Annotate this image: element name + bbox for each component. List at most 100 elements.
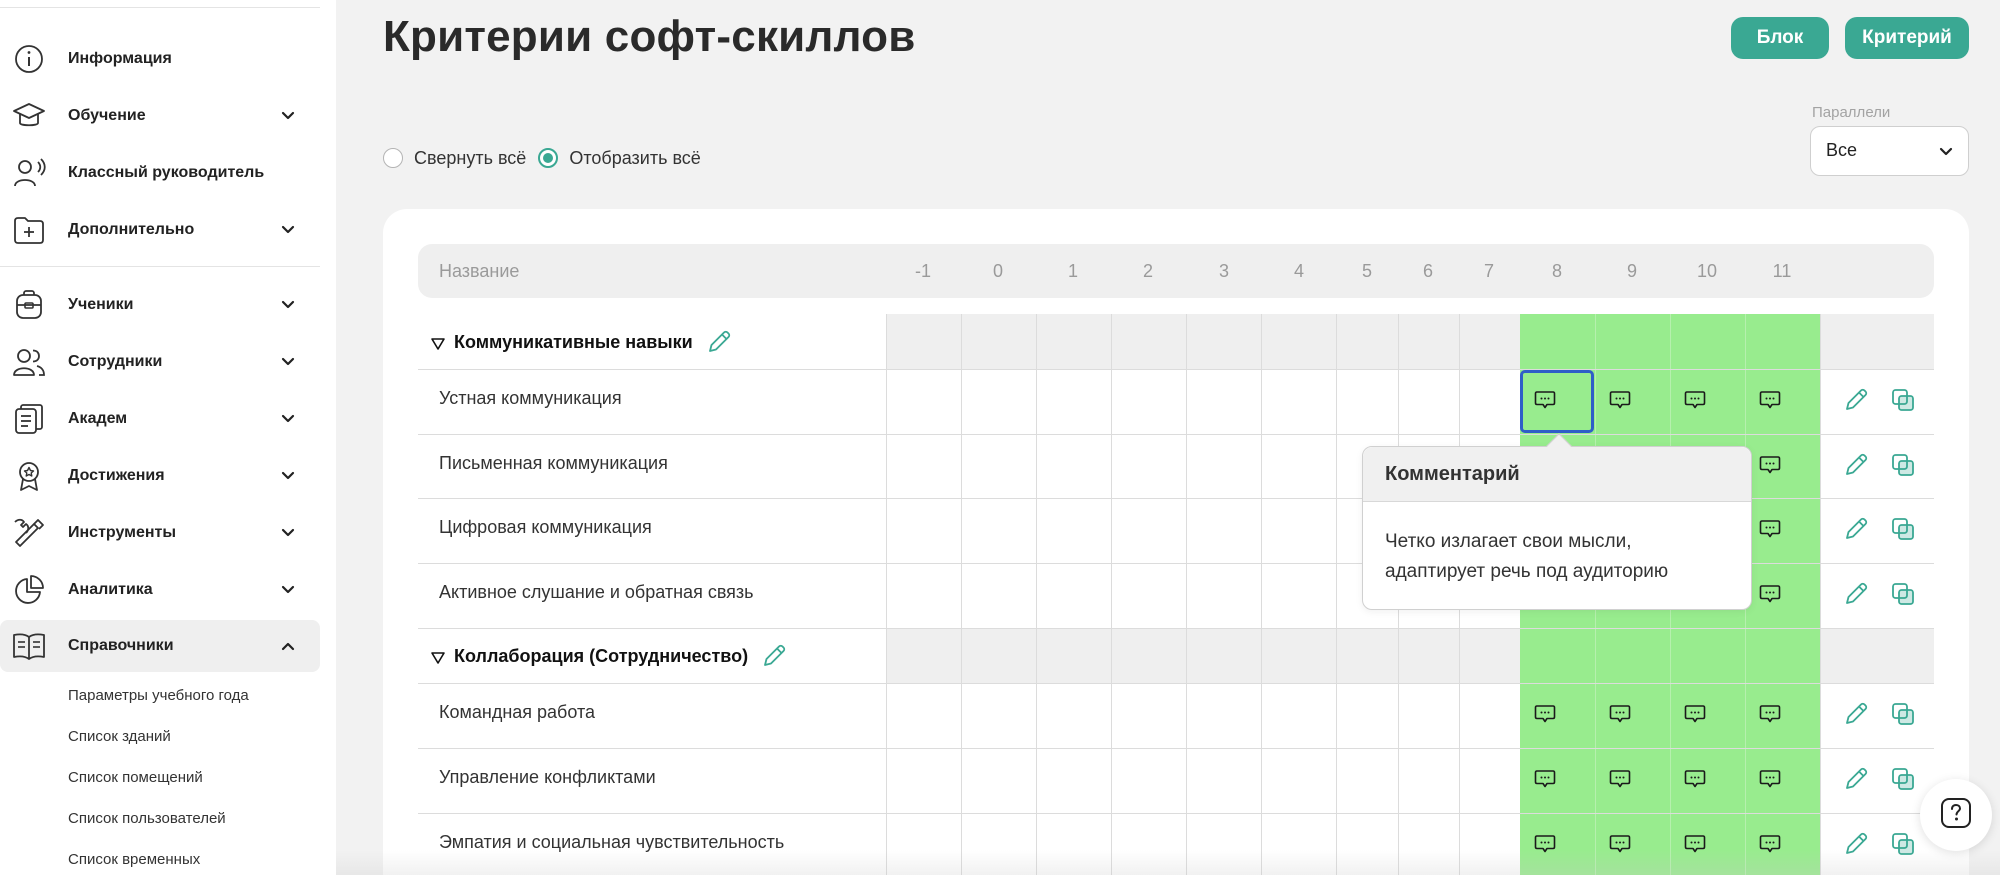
comment-icon[interactable] — [1609, 834, 1631, 854]
criterion-row-label: Активное слушание и обратная связь — [439, 582, 754, 602]
comment-icon[interactable] — [1759, 584, 1781, 604]
chevron-down-icon[interactable] — [278, 523, 298, 543]
chevron-down-icon[interactable] — [278, 295, 298, 315]
sidebar-subitem-rooms[interactable]: Список помещений — [68, 769, 203, 786]
column-header-grade: 9 — [1626, 261, 1638, 281]
comment-icon[interactable] — [1609, 390, 1631, 410]
sidebar-item-class-teacher[interactable]: Классный руководитель — [0, 147, 320, 199]
pie-chart-icon — [12, 575, 46, 605]
teacher-icon — [12, 158, 46, 188]
collapse-triangle-icon[interactable] — [430, 335, 446, 350]
add-criterion-button[interactable]: Критерий — [1845, 17, 1969, 59]
sidebar-subitem-buildings[interactable]: Список зданий — [68, 728, 171, 745]
chevron-up-icon[interactable] — [278, 636, 298, 656]
comment-icon[interactable] — [1759, 390, 1781, 410]
help-question-icon — [1939, 796, 1973, 835]
comment-icon[interactable] — [1684, 704, 1706, 724]
comment-icon[interactable] — [1759, 704, 1781, 724]
parallel-filter-select[interactable]: Все — [1810, 126, 1969, 176]
collapse-all-label[interactable]: Свернуть всё — [414, 148, 526, 169]
tooltip-text-line: Четко излагает свои мысли, — [1385, 531, 1632, 552]
comment-icon[interactable] — [1609, 769, 1631, 789]
sidebar-item-label: Достижения — [68, 467, 165, 484]
sidebar-item-label: Сотрудники — [68, 353, 163, 370]
comment-icon[interactable] — [1759, 455, 1781, 475]
sidebar-item-employees[interactable]: Сотрудники — [0, 336, 320, 388]
comment-icon[interactable] — [1534, 769, 1556, 789]
copy-icon[interactable] — [1891, 582, 1915, 606]
comment-icon[interactable] — [1759, 519, 1781, 539]
focused-comment-cell[interactable] — [1520, 370, 1594, 433]
sidebar-item-analytics[interactable]: Аналитика — [0, 564, 320, 616]
comment-icon[interactable] — [1609, 704, 1631, 724]
comment-icon[interactable] — [1759, 834, 1781, 854]
expand-all-radio[interactable] — [538, 148, 559, 168]
chevron-down-icon[interactable] — [278, 352, 298, 372]
edit-pencil-icon[interactable] — [1842, 700, 1870, 728]
column-header-grade: 10 — [1696, 261, 1718, 281]
graduation-cap-icon — [12, 101, 46, 131]
comment-icon[interactable] — [1684, 834, 1706, 854]
collapse-all-radio[interactable] — [383, 148, 403, 168]
edit-pencil-icon[interactable] — [760, 642, 788, 670]
comment-icon[interactable] — [1534, 704, 1556, 724]
help-button[interactable] — [1920, 779, 1992, 851]
tooltip-body: Четко излагает свои мысли, адаптирует ре… — [1363, 502, 1751, 587]
sidebar-item-information[interactable]: Информация — [0, 33, 320, 85]
sidebar-item-label: Классный руководитель — [68, 164, 265, 181]
sidebar-item-references[interactable]: Справочники — [0, 620, 320, 672]
edit-pencil-icon[interactable] — [1842, 765, 1870, 793]
chevron-down-icon[interactable] — [278, 106, 298, 126]
comment-icon[interactable] — [1759, 769, 1781, 789]
copy-icon[interactable] — [1891, 388, 1915, 412]
sidebar-item-tools[interactable]: Инструменты — [0, 507, 320, 559]
collapse-triangle-icon[interactable] — [430, 649, 446, 664]
sidebar-item-academ[interactable]: Академ — [0, 393, 320, 445]
chevron-down-icon[interactable] — [278, 580, 298, 600]
edit-pencil-icon[interactable] — [1842, 830, 1870, 858]
sidebar-item-students[interactable]: Ученики — [0, 279, 320, 331]
edit-pencil-icon[interactable] — [705, 328, 733, 356]
view-toggle: Свернуть всё Отобразить всё — [383, 146, 713, 170]
column-header-grade: 8 — [1551, 261, 1563, 281]
award-icon — [12, 461, 46, 491]
sidebar-subitem-academic-year[interactable]: Параметры учебного года — [68, 687, 249, 704]
parallel-filter-value: Все — [1826, 140, 1858, 160]
group-title: Коллаборация (Сотрудничество) — [454, 645, 749, 666]
add-block-button[interactable]: Блок — [1731, 17, 1829, 59]
copy-icon[interactable] — [1891, 517, 1915, 541]
criterion-row-label: Устная коммуникация — [439, 388, 622, 408]
copy-icon[interactable] — [1891, 453, 1915, 477]
edit-pencil-icon[interactable] — [1842, 515, 1870, 543]
edit-pencil-icon[interactable] — [1842, 580, 1870, 608]
edit-pencil-icon[interactable] — [1842, 451, 1870, 479]
chevron-down-icon[interactable] — [278, 409, 298, 429]
expand-all-label[interactable]: Отобразить всё — [569, 148, 700, 169]
group-row-collaboration[interactable]: Коллаборация (Сотрудничество) — [430, 642, 788, 670]
column-header-grade: 4 — [1293, 261, 1305, 281]
sidebar-item-education[interactable]: Обучение — [0, 90, 320, 142]
column-header-name: Название — [439, 261, 520, 281]
folder-plus-icon — [12, 215, 46, 245]
sidebar-item-label: Аналитика — [68, 581, 153, 598]
sidebar-item-achievements[interactable]: Достижения — [0, 450, 320, 502]
edit-pencil-icon[interactable] — [1842, 386, 1870, 414]
group-row-communication[interactable]: Коммуникативные навыки — [430, 328, 733, 356]
comment-icon[interactable] — [1534, 834, 1556, 854]
chevron-down-icon[interactable] — [278, 466, 298, 486]
sidebar: Информация Обучение Классный руководител… — [0, 0, 336, 875]
group-title: Коммуникативные навыки — [454, 331, 693, 352]
sidebar-item-additional[interactable]: Дополнительно — [0, 204, 320, 256]
sidebar-subitem-temporary[interactable]: Список временных — [68, 851, 200, 868]
column-header-grade: 2 — [1142, 261, 1154, 281]
copy-icon[interactable] — [1891, 832, 1915, 856]
copy-icon[interactable] — [1891, 767, 1915, 791]
copy-icon[interactable] — [1891, 702, 1915, 726]
comment-icon[interactable] — [1684, 769, 1706, 789]
criterion-row-label: Управление конфликтами — [439, 767, 656, 787]
comment-icon[interactable] — [1684, 390, 1706, 410]
sidebar-subitem-users[interactable]: Список пользователей — [68, 810, 226, 827]
criterion-row-label: Командная работа — [439, 702, 596, 722]
chevron-down-icon[interactable] — [278, 220, 298, 240]
users-icon — [12, 347, 46, 377]
